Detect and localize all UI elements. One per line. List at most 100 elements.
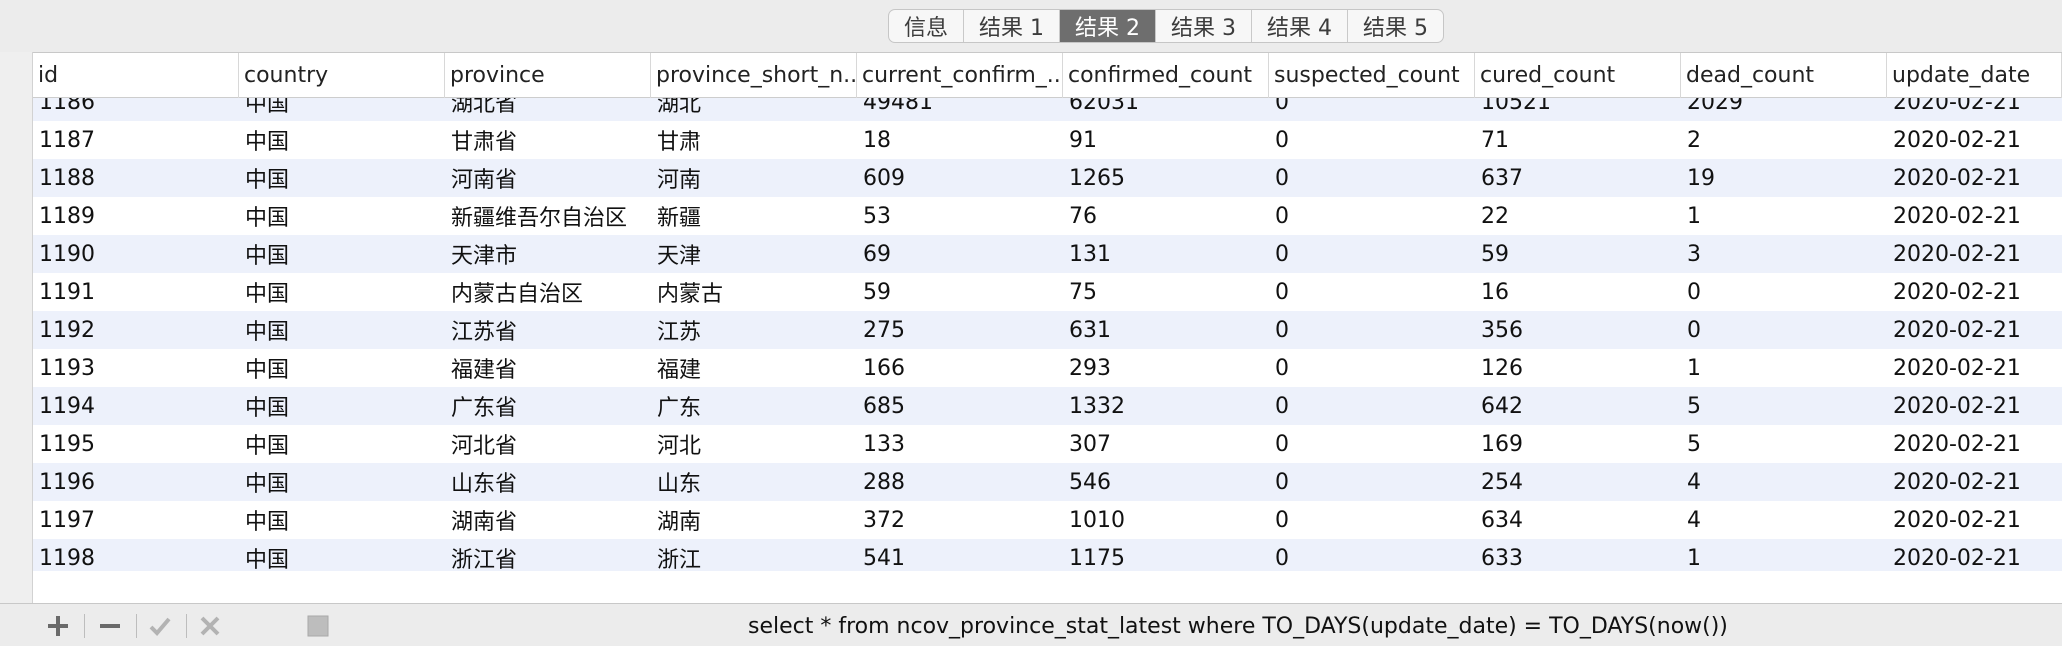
table-cell[interactable]: 75: [1063, 273, 1269, 311]
table-cell[interactable]: 0: [1269, 463, 1475, 501]
table-cell[interactable]: 633: [1475, 539, 1681, 571]
table-cell[interactable]: 中国: [239, 425, 445, 463]
table-cell[interactable]: 1190: [33, 235, 239, 273]
tab-result-5[interactable]: 结果 5: [1348, 10, 1443, 42]
table-cell[interactable]: 河北: [651, 425, 857, 463]
table-cell[interactable]: 湖南: [651, 501, 857, 539]
table-cell[interactable]: 2020-02-21: [1887, 501, 2062, 539]
table-cell[interactable]: 1197: [33, 501, 239, 539]
table-cell[interactable]: 2029: [1681, 98, 1887, 121]
table-cell[interactable]: 288: [857, 463, 1063, 501]
table-cell[interactable]: 山东: [651, 463, 857, 501]
table-cell[interactable]: 1: [1681, 197, 1887, 235]
delete-row-button[interactable]: [92, 612, 128, 640]
table-cell[interactable]: 内蒙古自治区: [445, 273, 651, 311]
table-cell[interactable]: 631: [1063, 311, 1269, 349]
table-cell[interactable]: 中国: [239, 121, 445, 159]
table-cell[interactable]: 0: [1269, 273, 1475, 311]
table-cell[interactable]: 1198: [33, 539, 239, 571]
table-cell[interactable]: 0: [1269, 159, 1475, 197]
table-cell[interactable]: 中国: [239, 463, 445, 501]
table-cell[interactable]: 10521: [1475, 98, 1681, 121]
table-cell[interactable]: 16: [1475, 273, 1681, 311]
table-row[interactable]: 1195 中国 河北省 河北 133 307 0 169 5 2020-02-21: [33, 425, 2062, 463]
table-cell[interactable]: 0: [1681, 311, 1887, 349]
table-cell[interactable]: 湖北: [651, 98, 857, 121]
table-cell[interactable]: 372: [857, 501, 1063, 539]
tab-result-1[interactable]: 结果 1: [964, 10, 1061, 42]
tab-result-3[interactable]: 结果 3: [1156, 10, 1253, 42]
table-cell[interactable]: 642: [1475, 387, 1681, 425]
table-row[interactable]: 1188 中国 河南省 河南 609 1265 0 637 19 2020-02-21: [33, 159, 2062, 197]
table-cell[interactable]: 2020-02-21: [1887, 311, 2062, 349]
table-cell[interactable]: 甘肃: [651, 121, 857, 159]
table-cell[interactable]: 5: [1681, 425, 1887, 463]
tab-result-0[interactable]: 信息: [889, 10, 965, 42]
table-cell[interactable]: 637: [1475, 159, 1681, 197]
table-cell[interactable]: 中国: [239, 159, 445, 197]
table-cell[interactable]: 91: [1063, 121, 1269, 159]
table-cell[interactable]: 0: [1269, 98, 1475, 121]
table-cell[interactable]: 2020-02-21: [1887, 159, 2062, 197]
table-cell[interactable]: 中国: [239, 98, 445, 121]
table-body[interactable]: 1186 中国 湖北省 湖北 49481 62031 0 10521 2029 2020-02-2…: [33, 98, 2062, 571]
table-cell[interactable]: 546: [1063, 463, 1269, 501]
table-cell[interactable]: 356: [1475, 311, 1681, 349]
table-cell[interactable]: 浙江: [651, 539, 857, 571]
table-cell[interactable]: 1189: [33, 197, 239, 235]
table-cell[interactable]: 福建省: [445, 349, 651, 387]
table-row[interactable]: 1193 中国 福建省 福建 166 293 0 126 1 2020-02-21: [33, 349, 2062, 387]
table-cell[interactable]: 中国: [239, 235, 445, 273]
table-cell[interactable]: 江苏省: [445, 311, 651, 349]
table-cell[interactable]: 2020-02-21: [1887, 387, 2062, 425]
table-cell[interactable]: 307: [1063, 425, 1269, 463]
table-cell[interactable]: 中国: [239, 273, 445, 311]
tab-result-4[interactable]: 结果 4: [1252, 10, 1349, 42]
table-cell[interactable]: 293: [1063, 349, 1269, 387]
table-cell[interactable]: 2020-02-21: [1887, 98, 2062, 121]
table-cell[interactable]: 18: [857, 121, 1063, 159]
table-cell[interactable]: 0: [1269, 311, 1475, 349]
table-cell[interactable]: 新疆: [651, 197, 857, 235]
table-cell[interactable]: 0: [1681, 273, 1887, 311]
table-cell[interactable]: 中国: [239, 501, 445, 539]
table-cell[interactable]: 2020-02-21: [1887, 273, 2062, 311]
table-cell[interactable]: 541: [857, 539, 1063, 571]
stop-button[interactable]: [300, 612, 336, 640]
table-cell[interactable]: 3: [1681, 235, 1887, 273]
table-row[interactable]: 1191 中国 内蒙古自治区 内蒙古 59 75 0 16 0 2020-02-21: [33, 273, 2062, 311]
table-cell[interactable]: 254: [1475, 463, 1681, 501]
table-cell[interactable]: 634: [1475, 501, 1681, 539]
table-cell[interactable]: 中国: [239, 387, 445, 425]
table-cell[interactable]: 126: [1475, 349, 1681, 387]
column-header[interactable]: province_short_n...: [651, 53, 857, 98]
table-cell[interactable]: 山东省: [445, 463, 651, 501]
table-row[interactable]: 1198 中国 浙江省 浙江 541 1175 0 633 1 2020-02-21: [33, 539, 2062, 571]
table-cell[interactable]: 1265: [1063, 159, 1269, 197]
table-cell[interactable]: 1332: [1063, 387, 1269, 425]
table-cell[interactable]: 1193: [33, 349, 239, 387]
table-row[interactable]: 1186 中国 湖北省 湖北 49481 62031 0 10521 2029 2020-02-2…: [33, 98, 2062, 121]
table-cell[interactable]: 0: [1269, 349, 1475, 387]
table-cell[interactable]: 2020-02-21: [1887, 197, 2062, 235]
table-cell[interactable]: 1: [1681, 539, 1887, 571]
table-cell[interactable]: 福建: [651, 349, 857, 387]
table-cell[interactable]: 内蒙古: [651, 273, 857, 311]
table-cell[interactable]: 1195: [33, 425, 239, 463]
table-cell[interactable]: 河南: [651, 159, 857, 197]
table-cell[interactable]: 湖南省: [445, 501, 651, 539]
apply-changes-button[interactable]: [142, 612, 178, 640]
column-header[interactable]: province: [445, 53, 651, 98]
table-cell[interactable]: 2020-02-21: [1887, 349, 2062, 387]
table-cell[interactable]: 河南省: [445, 159, 651, 197]
table-row[interactable]: 1196 中国 山东省 山东 288 546 0 254 4 2020-02-21: [33, 463, 2062, 501]
table-cell[interactable]: 609: [857, 159, 1063, 197]
column-header[interactable]: country: [239, 53, 445, 98]
table-cell[interactable]: 新疆维吾尔自治区: [445, 197, 651, 235]
column-header[interactable]: id: [33, 53, 239, 98]
table-cell[interactable]: 1: [1681, 349, 1887, 387]
table-cell[interactable]: 1010: [1063, 501, 1269, 539]
table-cell[interactable]: 685: [857, 387, 1063, 425]
table-cell[interactable]: 133: [857, 425, 1063, 463]
table-cell[interactable]: 广东: [651, 387, 857, 425]
